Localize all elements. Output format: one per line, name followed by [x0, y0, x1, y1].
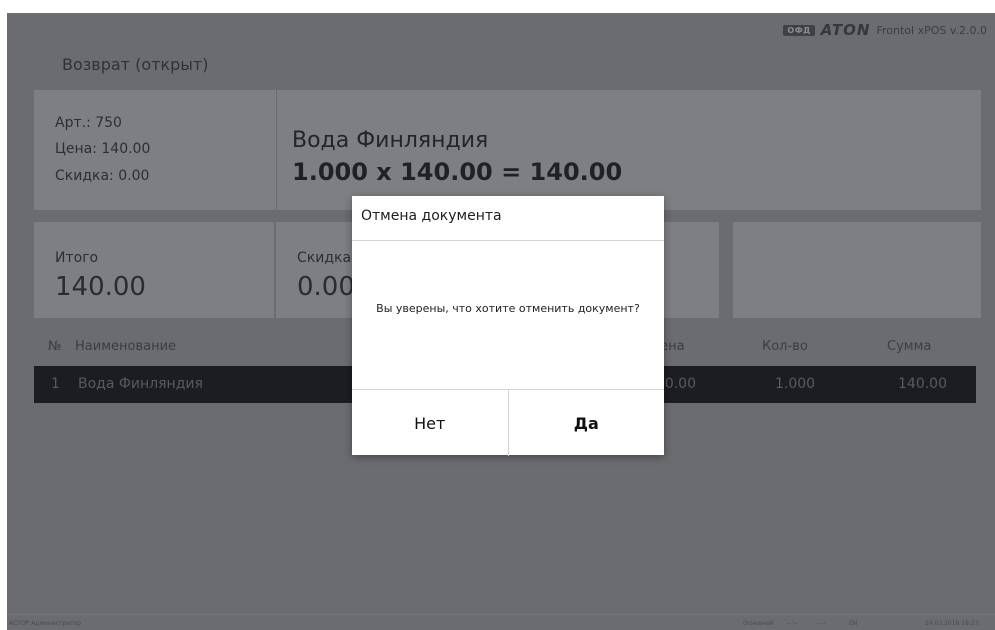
cancel-document-dialog: Отмена документа Вы уверены, что хотите … — [352, 196, 664, 456]
total-label: Итого — [55, 250, 99, 266]
footer-time-1: --:-- — [787, 620, 798, 627]
row-name: Вода Финляндия — [78, 376, 203, 392]
footer-datetime: 24.03.2018 18:37: — [925, 620, 981, 627]
brand-bar: ОФД ATON Frontol xPOS v.2.0.0 — [783, 21, 987, 39]
footer-lang: EN — [849, 620, 858, 627]
item-name: Вода Финляндия — [292, 128, 489, 153]
aton-logo: ATON — [820, 21, 871, 39]
footer-divider — [7, 614, 995, 615]
dialog-buttons: Нет Да — [352, 389, 664, 456]
app-version: Frontol xPOS v.2.0.0 — [876, 23, 987, 37]
dialog-divider — [352, 240, 664, 241]
footer-mode: Основной — [743, 620, 774, 627]
discount-value: 0.00 — [297, 272, 355, 302]
item-article: Арт.: 750 — [55, 115, 122, 131]
document-status: Возврат (открыт) — [62, 55, 209, 74]
row-sum: 140.00 — [898, 376, 947, 392]
dialog-message: Вы уверены, что хотите отменить документ… — [376, 302, 640, 315]
ofd-badge: ОФД — [783, 24, 815, 36]
item-details: Арт.: 750 Цена: 140.00 Скидка: 0.00 — [34, 90, 277, 210]
yes-button[interactable]: Да — [509, 390, 665, 456]
total-value: 140.00 — [55, 272, 146, 302]
empty-card — [733, 222, 981, 318]
footer-time-2: --:-- — [815, 620, 826, 627]
no-button[interactable]: Нет — [352, 390, 509, 456]
col-header-qty: Кол-во — [762, 339, 808, 354]
col-header-sum: Сумма — [887, 339, 932, 354]
footer-user: АСТОР Администратор — [9, 620, 81, 627]
discount-label: Скидка — [297, 250, 352, 266]
dialog-title: Отмена документа — [361, 208, 502, 224]
total-card: Итого 140.00 — [34, 222, 274, 318]
row-qty: 1.000 — [775, 376, 816, 392]
item-calculation: 1.000 x 140.00 = 140.00 — [292, 158, 623, 186]
col-header-name: Наименование — [75, 339, 177, 354]
row-num: 1 — [51, 376, 60, 392]
item-price: Цена: 140.00 — [55, 141, 151, 157]
current-item-card: Арт.: 750 Цена: 140.00 Скидка: 0.00 Вода… — [34, 90, 981, 210]
item-discount: Скидка: 0.00 — [55, 168, 150, 184]
col-header-num: № — [48, 339, 62, 354]
